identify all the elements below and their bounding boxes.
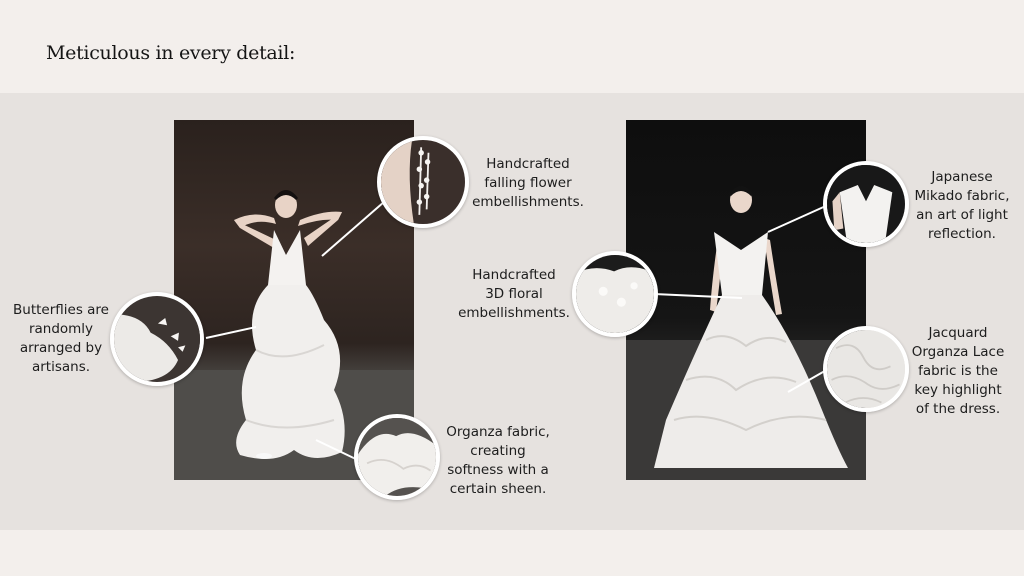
caption-jacquard: Jacquard Organza Lace fabric is the key … [911,325,1005,417]
caption-mikado: Japanese Mikado fabric, an art of light … [914,169,1010,242]
page-title: Meticulous in every detail: [46,42,296,64]
caption-organza: Organza fabric, creating softness with a… [446,424,550,497]
caption-butterflies: Butterflies are randomly arranged by art… [13,302,109,375]
detail-circle-falling-flower [377,136,469,228]
detail-circle-butterflies [110,292,204,386]
caption-falling-flower: Handcrafted falling flower embellishment… [472,156,584,210]
detail-circle-mikado [823,161,909,247]
caption-3d-floral: Handcrafted 3D floral embellishments. [458,267,570,321]
detail-circle-jacquard [823,326,909,412]
detail-circle-organza [354,414,440,500]
detail-circle-3d-floral [572,251,658,337]
dress-photo-right [626,120,866,480]
